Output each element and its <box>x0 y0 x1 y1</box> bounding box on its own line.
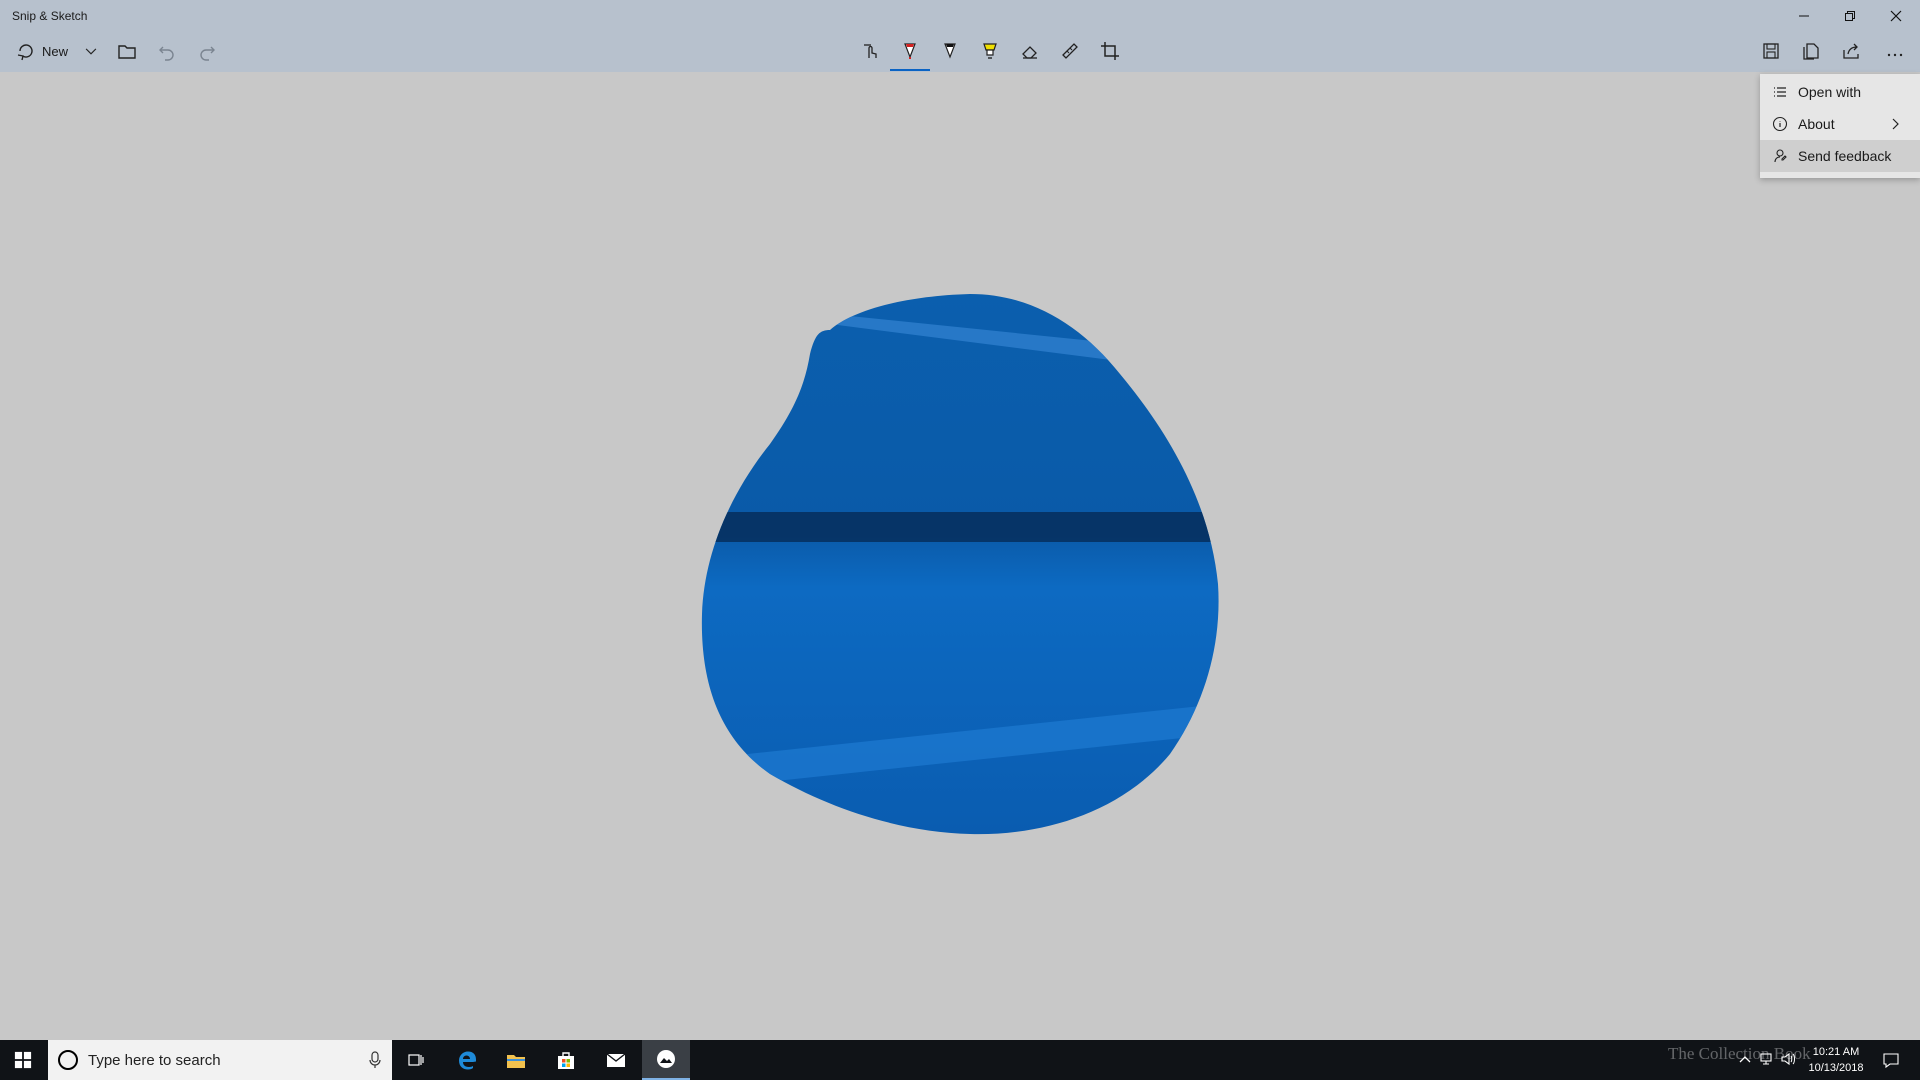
store-icon <box>558 1052 574 1069</box>
taskbar-edge[interactable] <box>442 1040 490 1080</box>
menu-item-open-with[interactable]: Open with <box>1760 76 1920 108</box>
restore-icon <box>1845 11 1855 21</box>
cortana-icon <box>58 1050 78 1070</box>
taskbar-mail[interactable] <box>592 1040 640 1080</box>
chevron-right-icon <box>1892 118 1899 130</box>
ruler-icon <box>1062 43 1078 59</box>
ballpoint-pen-icon <box>904 43 916 59</box>
menu-item-label: Send feedback <box>1798 148 1892 164</box>
redo-button[interactable] <box>194 36 220 66</box>
minimize-icon <box>1799 15 1809 17</box>
task-view-icon <box>408 1054 424 1066</box>
taskbar-snip-sketch[interactable] <box>642 1040 690 1080</box>
chevron-down-icon <box>85 48 97 55</box>
search-placeholder: Type here to search <box>88 1051 221 1069</box>
volume-icon[interactable] <box>1780 1051 1796 1067</box>
overflow-menu: Open with About Send feedback <box>1760 74 1920 178</box>
action-center-icon[interactable] <box>1882 1051 1900 1069</box>
open-file-button[interactable] <box>114 36 140 66</box>
more-options-button[interactable] <box>1882 36 1908 66</box>
active-tool-indicator <box>890 69 930 71</box>
file-explorer-icon <box>507 1055 525 1068</box>
menu-item-send-feedback[interactable]: Send feedback <box>1760 140 1920 172</box>
menu-item-label: Open with <box>1798 84 1862 100</box>
taskbar: Type here to search The Collection Book … <box>0 1040 1920 1080</box>
touch-writing-button[interactable] <box>856 36 886 66</box>
new-dropdown-button[interactable] <box>80 36 102 66</box>
clock-time: 10:21 AM <box>1812 1046 1860 1058</box>
undo-icon <box>159 46 174 61</box>
snip-new-icon <box>17 44 33 61</box>
microphone-icon[interactable] <box>368 1051 382 1069</box>
save-icon <box>1763 43 1779 59</box>
more-icon <box>1887 53 1903 57</box>
ballpoint-pen-button[interactable] <box>895 36 925 66</box>
edge-icon <box>459 1051 476 1070</box>
snip-canvas[interactable] <box>0 72 1920 1040</box>
redo-icon <box>200 46 215 61</box>
clock-date: 10/13/2018 <box>1808 1062 1864 1074</box>
show-hidden-icons-icon[interactable] <box>1738 1052 1752 1066</box>
mail-icon <box>606 1053 626 1067</box>
app-titlebar: Snip & Sketch New <box>0 0 1920 72</box>
feedback-icon <box>1774 149 1787 163</box>
taskbar-search-box[interactable]: Type here to search <box>48 1040 392 1080</box>
folder-open-icon <box>118 45 136 59</box>
save-button[interactable] <box>1758 36 1784 66</box>
share-icon <box>1843 43 1859 59</box>
new-snip-button[interactable]: New <box>12 36 72 66</box>
crop-icon <box>1101 42 1119 60</box>
highlighter-icon <box>983 43 997 59</box>
info-icon <box>1772 116 1788 132</box>
taskbar-clock[interactable]: 10:21 AM 10/13/2018 <box>1800 1044 1872 1076</box>
touch-writing-icon <box>864 44 877 58</box>
network-icon[interactable] <box>1758 1051 1774 1067</box>
crop-button[interactable] <box>1095 36 1125 66</box>
menu-item-label: About <box>1798 116 1835 132</box>
share-button[interactable] <box>1838 36 1864 66</box>
eraser-icon <box>1022 46 1037 59</box>
close-icon <box>1890 10 1902 22</box>
menu-item-about[interactable]: About <box>1760 108 1920 140</box>
taskbar-file-explorer[interactable] <box>492 1040 540 1080</box>
close-button[interactable] <box>1873 0 1919 32</box>
taskbar-store[interactable] <box>542 1040 590 1080</box>
highlighter-button[interactable] <box>975 36 1005 66</box>
copy-button[interactable] <box>1798 36 1824 66</box>
copy-icon <box>1803 43 1819 60</box>
pencil-button[interactable] <box>935 36 965 66</box>
eraser-button[interactable] <box>1015 36 1045 66</box>
minimize-button[interactable] <box>1781 0 1827 32</box>
start-button[interactable] <box>0 1040 46 1080</box>
window-title: Snip & Sketch <box>12 9 88 23</box>
task-view-button[interactable] <box>392 1040 440 1080</box>
windows-logo-icon <box>14 1051 32 1069</box>
list-icon <box>1774 87 1786 97</box>
new-label: New <box>41 43 68 59</box>
snip-sketch-icon <box>657 1050 675 1068</box>
ruler-button[interactable] <box>1055 36 1085 66</box>
restore-button[interactable] <box>1827 0 1873 32</box>
pencil-icon <box>944 43 956 59</box>
undo-button[interactable] <box>154 36 180 66</box>
snipped-image <box>701 294 1219 835</box>
